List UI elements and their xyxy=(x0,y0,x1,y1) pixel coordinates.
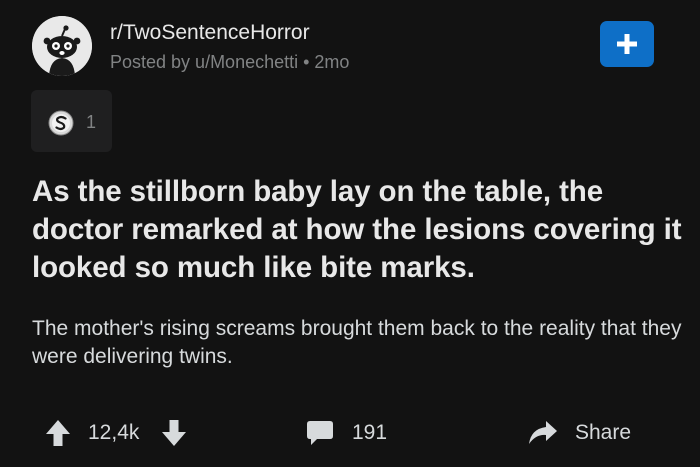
silver-award-icon xyxy=(48,110,74,136)
post-header: r/TwoSentenceHorror Posted by u/Monechet… xyxy=(32,16,668,78)
award-chip[interactable]: 1 xyxy=(31,90,112,152)
vote-score: 12,4k xyxy=(88,421,140,444)
comment-bubble-icon xyxy=(307,421,333,445)
post-body: The mother's rising screams brought them… xyxy=(32,317,682,368)
arrow-down-icon[interactable] xyxy=(160,418,188,448)
award-count: 1 xyxy=(86,112,97,132)
plus-icon xyxy=(617,34,637,54)
post-action-bar: 12,4k 191 Share xyxy=(0,410,700,456)
snoo-icon xyxy=(32,16,92,76)
post-meta: Posted by u/Monechetti • 2mo xyxy=(110,52,350,72)
join-button[interactable] xyxy=(600,21,654,67)
share-label: Share xyxy=(575,421,632,444)
post-title: As the stillborn baby lay on the table, … xyxy=(32,175,682,284)
arrow-up-icon[interactable] xyxy=(44,418,72,448)
share-arrow-icon xyxy=(529,421,557,444)
comment-count: 191 xyxy=(352,421,388,444)
subreddit-avatar[interactable] xyxy=(32,16,92,76)
subreddit-name[interactable]: r/TwoSentenceHorror xyxy=(110,21,310,45)
